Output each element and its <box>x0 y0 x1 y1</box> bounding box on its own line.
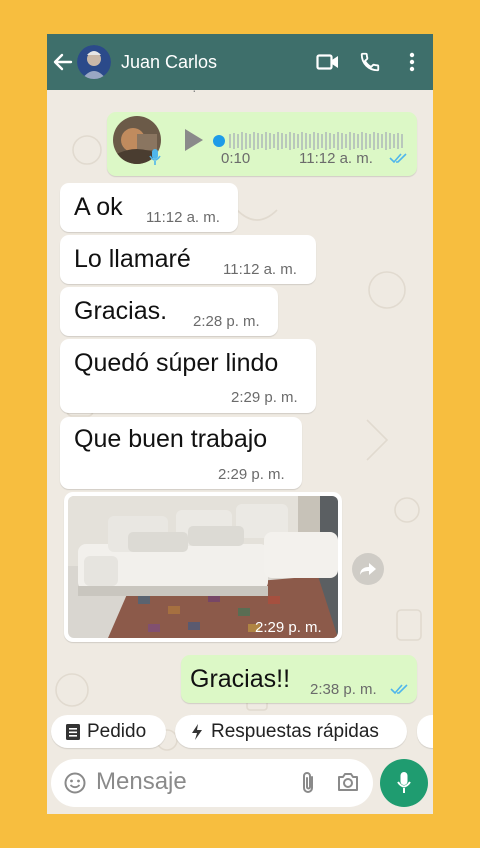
voice-record-button[interactable] <box>380 759 428 807</box>
message-time: 2:29 p. m. <box>218 466 285 483</box>
video-call-button[interactable] <box>315 49 341 75</box>
contact-avatar[interactable] <box>77 45 111 79</box>
camera-icon[interactable] <box>337 772 359 792</box>
message-text: Lo llamaré <box>74 245 191 273</box>
read-ticks-icon <box>389 153 407 164</box>
message-bubble: Gracias. 2:28 p. m. <box>60 287 278 336</box>
photo-time: 2:29 p. m. <box>255 619 322 636</box>
chip-respuestas-rapidas[interactable]: Respuestas rápidas <box>175 715 407 748</box>
contact-name[interactable]: Juan Carlos <box>121 52 315 73</box>
play-button[interactable] <box>183 128 205 157</box>
message-time: 2:38 p. m. <box>310 681 377 698</box>
message-text: Quedó súper lindo <box>74 349 279 377</box>
receipt-icon <box>66 723 80 740</box>
message-time: 2:29 p. m. <box>231 389 298 406</box>
chip-label: Respuestas rápidas <box>211 720 379 742</box>
message-bubble: Quedó súper lindo 2:29 p. m. <box>60 339 316 413</box>
chat-screen: · Juan Carlos 0:10 11:12 a. m. A ok 11:1… <box>47 34 433 814</box>
video-camera-icon <box>316 54 338 70</box>
message-composer: Mensaje <box>51 759 373 807</box>
message-text: A ok <box>74 193 123 221</box>
message-bubble: Lo llamaré 11:12 a. m. <box>60 235 316 284</box>
voice-note-time: 11:12 a. m. <box>299 150 373 167</box>
emoji-icon[interactable] <box>64 772 86 794</box>
read-ticks-icon <box>390 684 408 695</box>
more-options-button[interactable] <box>399 49 425 75</box>
back-arrow-icon <box>53 53 73 71</box>
message-time: 11:12 a. m. <box>223 261 297 278</box>
message-time: 11:12 a. m. <box>146 209 220 226</box>
voice-note-bubble: 0:10 11:12 a. m. <box>107 112 417 176</box>
message-bubble: Que buen trabajo 2:29 p. m. <box>60 417 302 489</box>
voice-note-duration: 0:10 <box>221 150 251 167</box>
message-text: Gracias!! <box>190 665 291 693</box>
voice-call-button[interactable] <box>357 49 383 75</box>
message-text: Que buen trabajo <box>74 425 268 453</box>
lightning-icon <box>192 723 202 740</box>
attach-icon[interactable] <box>301 770 315 796</box>
message-text: Gracias. <box>74 297 168 325</box>
forward-button[interactable] <box>352 553 384 585</box>
voice-waveform[interactable] <box>213 130 409 152</box>
kebab-menu-icon <box>409 52 415 72</box>
chat-header: Juan Carlos <box>47 34 433 90</box>
sofa-photo[interactable] <box>68 496 338 638</box>
message-bubble: A ok 11:12 a. m. <box>60 183 238 232</box>
forward-icon <box>360 563 376 575</box>
chip-label: Pedido <box>87 720 147 742</box>
back-button[interactable] <box>49 34 77 90</box>
chip-pedido[interactable]: Pedido <box>51 715 166 748</box>
message-time: 2:28 p. m. <box>193 313 260 330</box>
microphone-icon <box>397 772 411 793</box>
outgoing-message-bubble: Gracias!! 2:38 p. m. <box>181 655 417 703</box>
photo-message-bubble: 2:29 p. m. <box>64 492 342 642</box>
play-icon <box>185 129 203 151</box>
message-input[interactable]: Mensaje <box>96 768 187 796</box>
phone-icon <box>360 52 380 72</box>
mic-badge-icon <box>149 149 161 165</box>
